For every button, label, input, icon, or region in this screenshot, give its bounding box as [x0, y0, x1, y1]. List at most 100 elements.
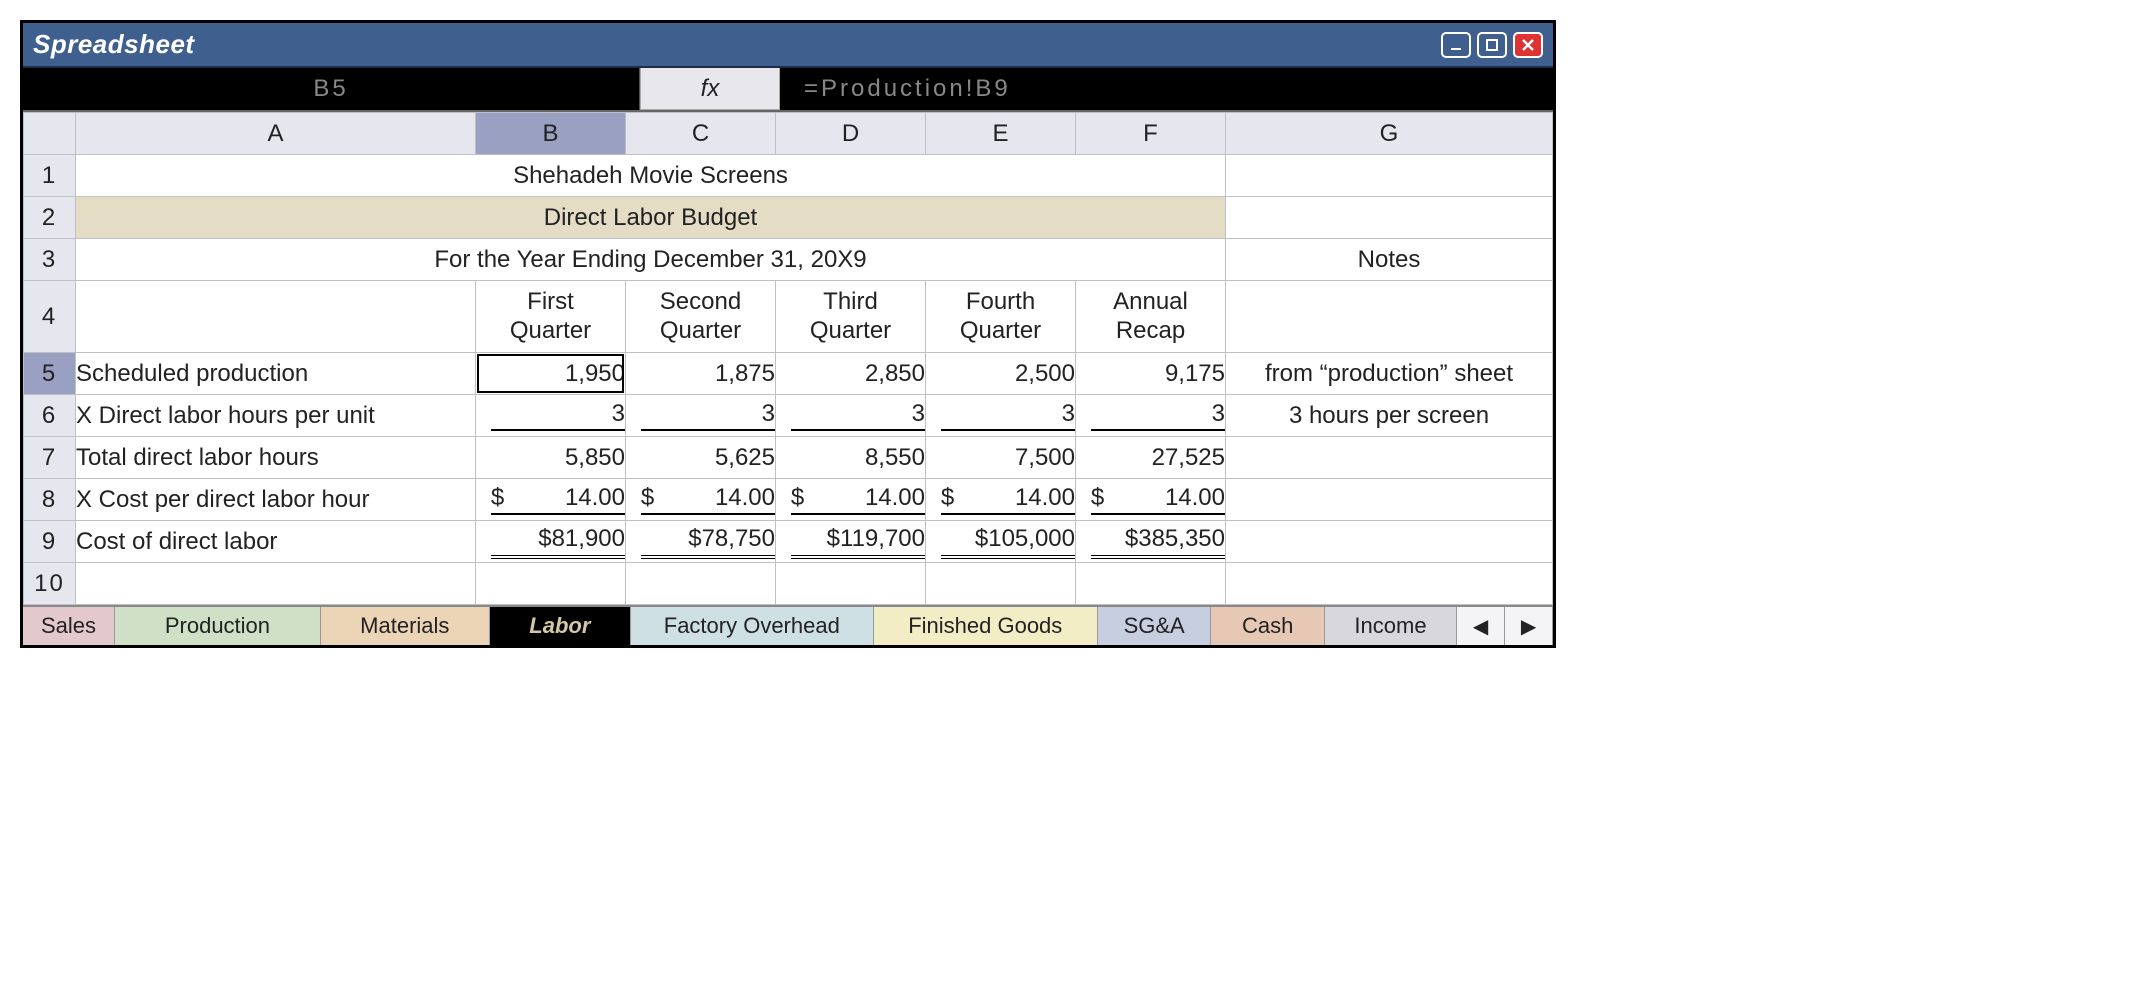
cell-B8[interactable]: $14.00	[476, 479, 626, 521]
cell-A5[interactable]: Scheduled production	[76, 353, 476, 395]
cell-D7[interactable]: 8,550	[776, 437, 926, 479]
cell-q1-header[interactable]: FirstQuarter	[476, 281, 626, 353]
cell-G6[interactable]: 3 hours per screen	[1226, 395, 1553, 437]
cell-G7[interactable]	[1226, 437, 1553, 479]
col-header-A[interactable]: A	[76, 113, 476, 155]
row-header-5[interactable]: 5	[24, 353, 76, 395]
cell-C6[interactable]: 3	[626, 395, 776, 437]
cell-G2[interactable]	[1226, 197, 1553, 239]
cell-title-budget[interactable]: Direct Labor Budget	[76, 197, 1226, 239]
cell-C9[interactable]: $78,750	[626, 521, 776, 563]
col-header-E[interactable]: E	[926, 113, 1076, 155]
close-button[interactable]	[1513, 32, 1543, 58]
cell-D6[interactable]: 3	[776, 395, 926, 437]
cell-B7[interactable]: 5,850	[476, 437, 626, 479]
cell-D10[interactable]	[776, 563, 926, 605]
tab-finished-goods[interactable]: Finished Goods	[874, 607, 1098, 645]
name-box[interactable]: B5	[23, 68, 640, 110]
cell-G9[interactable]	[1226, 521, 1553, 563]
titlebar: Spreadsheet	[23, 23, 1553, 68]
tab-labor[interactable]: Labor	[490, 607, 631, 645]
col-header-B[interactable]: B	[476, 113, 626, 155]
cell-q3-header[interactable]: ThirdQuarter	[776, 281, 926, 353]
cell-title-period[interactable]: For the Year Ending December 31, 20X9	[76, 239, 1226, 281]
cell-E5[interactable]: 2,500	[926, 353, 1076, 395]
amt-F8: 14.00	[1165, 484, 1225, 512]
cell-D5[interactable]: 2,850	[776, 353, 926, 395]
row-header-7[interactable]: 7	[24, 437, 76, 479]
row-header-3[interactable]: 3	[24, 239, 76, 281]
cell-E10[interactable]	[926, 563, 1076, 605]
cell-A4[interactable]	[76, 281, 476, 353]
maximize-icon	[1484, 37, 1500, 53]
cell-A7[interactable]: Total direct labor hours	[76, 437, 476, 479]
cell-E8[interactable]: $14.00	[926, 479, 1076, 521]
row-header-8[interactable]: 8	[24, 479, 76, 521]
tab-cash[interactable]: Cash	[1211, 607, 1325, 645]
cell-q4-header[interactable]: FourthQuarter	[926, 281, 1076, 353]
cell-A6[interactable]: X Direct labor hours per unit	[76, 395, 476, 437]
cell-E9[interactable]: $105,000	[926, 521, 1076, 563]
row-header-10[interactable]: 10	[24, 563, 76, 605]
tab-factory-overhead[interactable]: Factory Overhead	[631, 607, 874, 645]
cell-F7[interactable]: 27,525	[1076, 437, 1226, 479]
tab-scroll-left[interactable]: ◀	[1457, 607, 1505, 645]
cell-B10[interactable]	[476, 563, 626, 605]
cell-notes-header[interactable]: Notes	[1226, 239, 1553, 281]
cell-A8[interactable]: X Cost per direct labor hour	[76, 479, 476, 521]
tab-materials[interactable]: Materials	[321, 607, 490, 645]
sheet-tabs: Sales Production Materials Labor Factory…	[23, 605, 1553, 645]
cell-G4[interactable]	[1226, 281, 1553, 353]
cell-D9[interactable]: $119,700	[776, 521, 926, 563]
tab-production[interactable]: Production	[115, 607, 321, 645]
cell-B6[interactable]: 3	[476, 395, 626, 437]
cell-D8[interactable]: $14.00	[776, 479, 926, 521]
tab-income[interactable]: Income	[1325, 607, 1457, 645]
cell-G8[interactable]	[1226, 479, 1553, 521]
cell-E7[interactable]: 7,500	[926, 437, 1076, 479]
row-header-6[interactable]: 6	[24, 395, 76, 437]
col-header-G[interactable]: G	[1226, 113, 1553, 155]
row-header-9[interactable]: 9	[24, 521, 76, 563]
row-header-4[interactable]: 4	[24, 281, 76, 353]
minimize-button[interactable]	[1441, 32, 1471, 58]
val-B6: 3	[491, 400, 625, 431]
cell-q2-header[interactable]: SecondQuarter	[626, 281, 776, 353]
cell-E6[interactable]: 3	[926, 395, 1076, 437]
cell-G5[interactable]: from “production” sheet	[1226, 353, 1553, 395]
cell-annual-header[interactable]: AnnualRecap	[1076, 281, 1226, 353]
cell-G10[interactable]	[1226, 563, 1553, 605]
cell-B9[interactable]: $81,900	[476, 521, 626, 563]
cell-title-company[interactable]: Shehadeh Movie Screens	[76, 155, 1226, 197]
tab-scroll-right[interactable]: ▶	[1505, 607, 1553, 645]
spreadsheet-window: Spreadsheet B5 fx =Production!B9 A B C D…	[20, 20, 1556, 648]
tab-sales[interactable]: Sales	[23, 607, 115, 645]
cell-F10[interactable]	[1076, 563, 1226, 605]
cell-A9[interactable]: Cost of direct labor	[76, 521, 476, 563]
maximize-button[interactable]	[1477, 32, 1507, 58]
cell-F9[interactable]: $385,350	[1076, 521, 1226, 563]
spreadsheet-grid: A B C D E F G 1 Shehadeh Movie Screens 2…	[23, 112, 1553, 605]
row-1: 1 Shehadeh Movie Screens	[24, 155, 1553, 197]
col-header-D[interactable]: D	[776, 113, 926, 155]
row-header-1[interactable]: 1	[24, 155, 76, 197]
val-E6: 3	[941, 400, 1075, 431]
cell-C7[interactable]: 5,625	[626, 437, 776, 479]
formula-input[interactable]: =Production!B9	[780, 68, 1553, 110]
val-F9: $385,350	[1091, 525, 1225, 559]
col-header-C[interactable]: C	[626, 113, 776, 155]
select-all-corner[interactable]	[24, 113, 76, 155]
col-header-F[interactable]: F	[1076, 113, 1226, 155]
cell-C8[interactable]: $14.00	[626, 479, 776, 521]
cell-F6[interactable]: 3	[1076, 395, 1226, 437]
cell-C5[interactable]: 1,875	[626, 353, 776, 395]
cell-F8[interactable]: $14.00	[1076, 479, 1226, 521]
fx-button[interactable]: fx	[640, 68, 780, 110]
cell-A10[interactable]	[76, 563, 476, 605]
cell-C10[interactable]	[626, 563, 776, 605]
cell-G1[interactable]	[1226, 155, 1553, 197]
cell-B5[interactable]: 1,950	[476, 353, 626, 395]
cell-F5[interactable]: 9,175	[1076, 353, 1226, 395]
tab-sga[interactable]: SG&A	[1098, 607, 1212, 645]
row-header-2[interactable]: 2	[24, 197, 76, 239]
